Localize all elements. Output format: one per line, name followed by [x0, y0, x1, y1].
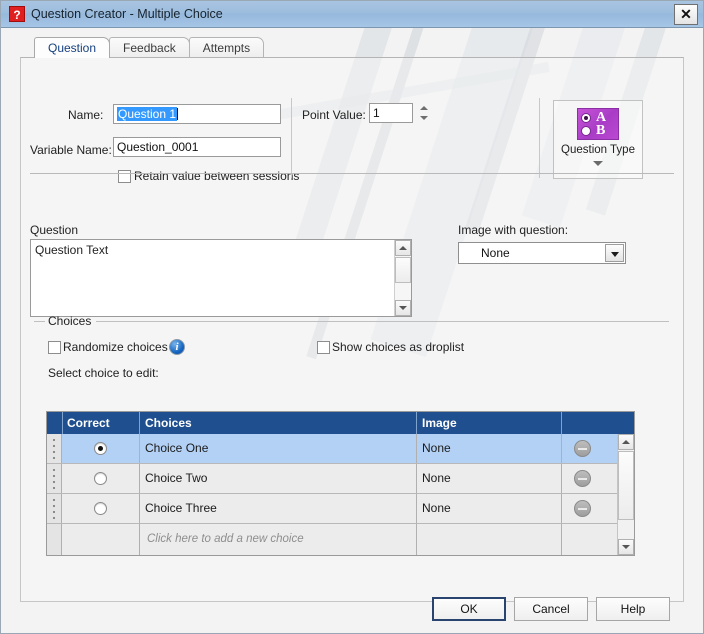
choice-image[interactable]: None — [422, 434, 451, 463]
cancel-button[interactable]: Cancel — [514, 597, 588, 621]
title-bar: ? Question Creator - Multiple Choice ✕ — [1, 1, 703, 28]
tab-feedback[interactable]: Feedback — [109, 37, 190, 58]
tab-attempts[interactable]: Attempts — [188, 37, 265, 58]
multiple-choice-icon: A B — [577, 108, 619, 140]
question-mark-icon: ? — [9, 6, 25, 22]
question-creator-window: ? Question Creator - Multiple Choice ✕ Q… — [0, 0, 704, 634]
image-with-question-value: None — [481, 246, 510, 260]
row-drag-handle[interactable] — [47, 494, 62, 523]
close-button[interactable]: ✕ — [674, 4, 698, 25]
column-header-correct[interactable]: Correct — [67, 412, 137, 434]
add-choice-row[interactable]: Click here to add a new choice — [47, 524, 634, 555]
client-area: Question Feedback Attempts Name: Questio… — [1, 28, 703, 633]
row-drag-handle[interactable] — [47, 464, 62, 493]
randomize-choices-label: Randomize choices — [63, 340, 168, 354]
info-icon[interactable]: i — [169, 339, 185, 355]
choices-grid: Correct Choices Image Choice One None Ch… — [46, 411, 635, 556]
chevron-down-icon — [593, 161, 603, 166]
choice-text[interactable]: Choice Two — [145, 464, 207, 493]
stepper-up-icon — [420, 106, 428, 110]
randomize-choices-checkbox[interactable] — [48, 341, 61, 354]
help-button[interactable]: Help — [596, 597, 670, 621]
retain-value-checkbox[interactable] — [118, 170, 131, 183]
column-header-image[interactable]: Image — [422, 412, 522, 434]
grid-scroll-down-button[interactable] — [618, 539, 634, 555]
remove-choice-button[interactable] — [574, 440, 591, 457]
question-scrollbar[interactable] — [394, 240, 411, 316]
remove-choice-button[interactable] — [574, 470, 591, 487]
correct-radio[interactable] — [94, 472, 107, 485]
grid-scroll-up-button[interactable] — [618, 434, 634, 450]
stepper-down-icon — [420, 116, 428, 120]
tab-strip: Question Feedback Attempts — [34, 37, 265, 58]
correct-radio[interactable] — [94, 442, 107, 455]
show-as-droplist-checkbox[interactable] — [317, 341, 330, 354]
show-as-droplist-label: Show choices as droplist — [332, 340, 465, 354]
table-row[interactable]: Choice Three None — [47, 494, 634, 524]
chevron-down-icon — [610, 252, 619, 257]
question-label: Question — [30, 223, 79, 237]
point-value-input[interactable]: 1 — [369, 103, 413, 123]
correct-radio[interactable] — [94, 502, 107, 515]
ok-button[interactable]: OK — [432, 597, 506, 621]
dropdown-button[interactable] — [605, 244, 624, 262]
retain-value-label: Retain value between sessions — [134, 169, 300, 183]
point-value-text: 1 — [373, 106, 380, 120]
question-text-value: Question Text — [35, 243, 109, 257]
window-title: Question Creator - Multiple Choice — [31, 7, 223, 21]
variable-name-value: Question_0001 — [117, 140, 199, 154]
choice-image[interactable]: None — [422, 494, 451, 523]
table-row[interactable]: Choice Two None — [47, 464, 634, 494]
image-with-question-label: Image with question: — [458, 223, 569, 237]
question-type-letter-b: B — [596, 123, 606, 138]
grid-scrollbar[interactable] — [617, 434, 634, 555]
select-choice-label: Select choice to edit: — [48, 366, 159, 380]
grid-header-row: Correct Choices Image — [47, 412, 634, 435]
table-row[interactable]: Choice One None — [47, 434, 634, 464]
row-drag-handle[interactable] — [47, 434, 62, 463]
choice-text[interactable]: Choice One — [145, 434, 208, 463]
question-textarea[interactable]: Question Text — [30, 239, 412, 317]
question-type-button[interactable]: A B Question Type — [553, 100, 643, 179]
name-label: Name: — [68, 108, 104, 122]
choices-group-label: Choices — [48, 314, 92, 328]
column-header-choices[interactable]: Choices — [145, 412, 375, 434]
tab-question[interactable]: Question — [34, 37, 111, 58]
question-type-label: Question Type — [561, 144, 635, 156]
variable-name-input[interactable]: Question_0001 — [113, 137, 281, 157]
point-value-stepper[interactable] — [418, 103, 431, 123]
name-input[interactable]: Question 1 — [113, 104, 281, 124]
scroll-down-button[interactable] — [395, 300, 411, 316]
grid-scroll-thumb[interactable] — [618, 451, 634, 520]
image-with-question-select[interactable]: None — [458, 242, 626, 264]
remove-choice-button[interactable] — [574, 500, 591, 517]
scroll-thumb[interactable] — [395, 257, 411, 283]
form-divider-right — [539, 98, 540, 178]
variable-name-label: Variable Name: — [30, 143, 112, 157]
choice-text[interactable]: Choice Three — [145, 494, 217, 523]
row-drag-handle — [47, 524, 62, 555]
point-value-label: Point Value: — [302, 108, 366, 122]
form-divider-left — [291, 98, 292, 178]
add-choice-placeholder[interactable]: Click here to add a new choice — [147, 533, 304, 545]
name-input-value: Question 1 — [117, 107, 178, 121]
choice-image[interactable]: None — [422, 464, 451, 493]
scroll-up-button[interactable] — [395, 240, 411, 256]
